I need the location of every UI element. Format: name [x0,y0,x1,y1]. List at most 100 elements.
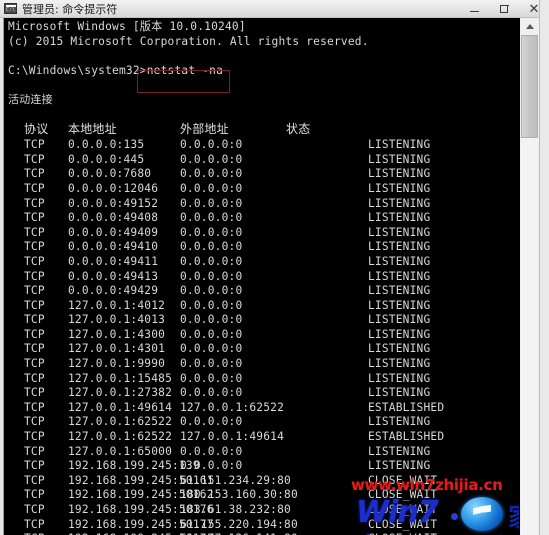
cell-local-address: 127.0.0.1:15485 [68,371,173,385]
cell-foreign-address: 0.0.0.0:0 [180,313,243,327]
cell-local-address: 127.0.0.1:4013 [68,313,166,327]
cell-foreign-address: 61.155.220.194:80 [180,517,298,531]
cell-protocol: TCP [24,313,45,327]
cell-protocol: TCP [24,138,45,152]
cell-foreign-address: 0.0.0.0:0 [180,269,243,283]
minimize-button[interactable] [459,0,489,18]
column-header-state: 状态 [286,122,311,137]
cell-state: LISTENING [368,371,431,385]
console-icon: C:\ [4,3,17,14]
cell-foreign-address: 0.0.0.0:0 [180,167,243,181]
cell-protocol: TCP [24,211,45,225]
cell-protocol: TCP [24,284,45,298]
title-bar[interactable]: C:\ 管理员: 命令提示符 ✕ [0,0,549,18]
table-row: TCP 0.0.0.0:49411 0.0.0.0:0 LISTENING [8,255,513,270]
scrollbar-track[interactable] [521,138,538,535]
table-row: TCP 127.0.0.1:4301 0.0.0.0:0 LISTENING [8,342,513,357]
cell-local-address: 127.0.0.1:9990 [68,357,166,371]
cell-state: LISTENING [368,196,431,210]
terminal-banner-line: (c) 2015 Microsoft Corporation. All righ… [8,34,369,48]
cell-foreign-address: 0.0.0.0:0 [180,254,243,268]
terminal-prompt-line: C:\Windows\system32>netstat -na [8,63,223,77]
cell-foreign-address: 0.0.0.0:0 [180,211,243,225]
cell-protocol: TCP [24,342,45,356]
cell-foreign-address: 0.0.0.0:0 [180,298,243,312]
cell-state: LISTENING [368,181,431,195]
cell-local-address: 0.0.0.0:49408 [68,211,159,225]
close-icon: ✕ [528,1,540,17]
cell-foreign-address: 0.0.0.0:0 [180,225,243,239]
cell-foreign-address: 0.0.0.0:0 [180,357,243,371]
cell-state: LISTENING [368,167,431,181]
restore-icon [500,5,509,13]
table-row: TCP 192.168.199.245:50176 183.61.38.232:80… [8,503,513,518]
column-header-foreign-address: 外部地址 [180,122,229,137]
scroll-up-arrow-icon[interactable] [520,18,539,35]
cell-state: LISTENING [368,138,431,152]
cell-foreign-address: 0.0.0.0:0 [180,327,243,341]
cell-state: LISTENING [368,444,431,458]
terminal-banner-line: Microsoft Windows [版本 10.0.10240] [8,20,246,33]
cell-state: LISTENING [368,386,431,400]
cell-state: LISTENING [368,152,431,166]
cell-state: LISTENING [368,342,431,356]
restore-button[interactable] [489,0,519,18]
cell-state: CLOSE_WAIT [368,503,438,516]
table-row: TCP 127.0.0.1:15485 0.0.0.0:0 LISTENING [8,372,513,387]
terminal-banner-line [8,49,513,64]
cell-local-address: 127.0.0.1:49614 [68,400,173,414]
cell-foreign-address: 0.0.0.0:0 [180,181,243,195]
cell-local-address: 0.0.0.0:49409 [68,225,159,239]
vertical-scrollbar[interactable] [519,18,539,535]
console-output-area[interactable]: Microsoft Windows [版本 10.0.10240] (c) 201… [4,18,519,535]
cell-local-address: 0.0.0.0:49411 [68,254,159,268]
command-prompt-window: C:\ 管理员: 命令提示符 ✕ Microsoft Windows [版本 1… [0,0,549,535]
table-row: TCP 0.0.0.0:135 0.0.0.0:0 LISTENING [8,138,513,153]
cell-state: LISTENING [368,211,431,225]
table-row: TCP 127.0.0.1:4012 0.0.0.0:0 LISTENING [8,299,513,314]
cell-protocol: TCP [24,196,45,210]
table-row: TCP 127.0.0.1:62522 0.0.0.0:0 LISTENING [8,415,513,430]
cell-protocol: TCP [24,386,45,400]
cell-local-address: 0.0.0.0:49429 [68,284,159,298]
cell-protocol: TCP [24,152,45,166]
cell-local-address: 127.0.0.1:4300 [68,327,166,341]
cell-state: LISTENING [368,254,431,268]
cell-foreign-address: 183.61.38.232:80 [180,503,291,516]
table-row: TCP 192.168.199.245:50177 61.155.220.194:8… [8,518,513,533]
table-row: TCP 0.0.0.0:49429 0.0.0.0:0 LISTENING [8,284,513,299]
column-header-protocol: 协议 [24,122,49,137]
cell-foreign-address: 0.0.0.0:0 [180,459,243,473]
table-row: TCP 0.0.0.0:12046 0.0.0.0:0 LISTENING [8,182,513,197]
cell-protocol: TCP [24,167,45,181]
cell-state: LISTENING [368,327,431,341]
table-row: TCP 127.0.0.1:27382 0.0.0.0:0 LISTENING [8,386,513,401]
cell-state: LISTENING [368,459,431,473]
cell-local-address: 0.0.0.0:49152 [68,196,159,210]
cell-protocol: TCP [24,459,45,473]
cell-foreign-address: 0.0.0.0:0 [180,138,243,152]
cell-foreign-address: 0.0.0.0:0 [180,284,243,298]
cell-protocol: TCP [24,415,45,429]
cell-local-address: 127.0.0.1:4301 [68,342,166,356]
cell-state: LISTENING [368,313,431,327]
scrollbar-thumb[interactable] [521,35,538,138]
table-row: TCP 127.0.0.1:62522 127.0.0.1:49614 ESTABLI… [8,430,513,445]
cell-local-address: 0.0.0.0:49413 [68,269,159,283]
table-row: TCP 0.0.0.0:49410 0.0.0.0:0 LISTENING [8,240,513,255]
cell-protocol: TCP [24,400,45,414]
table-row: TCP 0.0.0.0:49152 0.0.0.0:0 LISTENING [8,197,513,212]
cell-state: LISTENING [368,269,431,283]
cell-foreign-address: 0.0.0.0:0 [180,152,243,166]
cell-protocol: TCP [24,371,45,385]
cell-state: LISTENING [368,357,431,371]
cell-local-address: 127.0.0.1:62522 [68,415,173,429]
cell-protocol: TCP [24,444,45,458]
table-row: TCP 127.0.0.1:9990 0.0.0.0:0 LISTENING [8,357,513,372]
cell-protocol: TCP [24,488,45,502]
cell-protocol: TCP [24,473,45,487]
cell-local-address: 127.0.0.1:65000 [68,444,173,458]
watermark-url: www.win7zhijia.cn [351,476,503,494]
cell-protocol: TCP [24,225,45,239]
